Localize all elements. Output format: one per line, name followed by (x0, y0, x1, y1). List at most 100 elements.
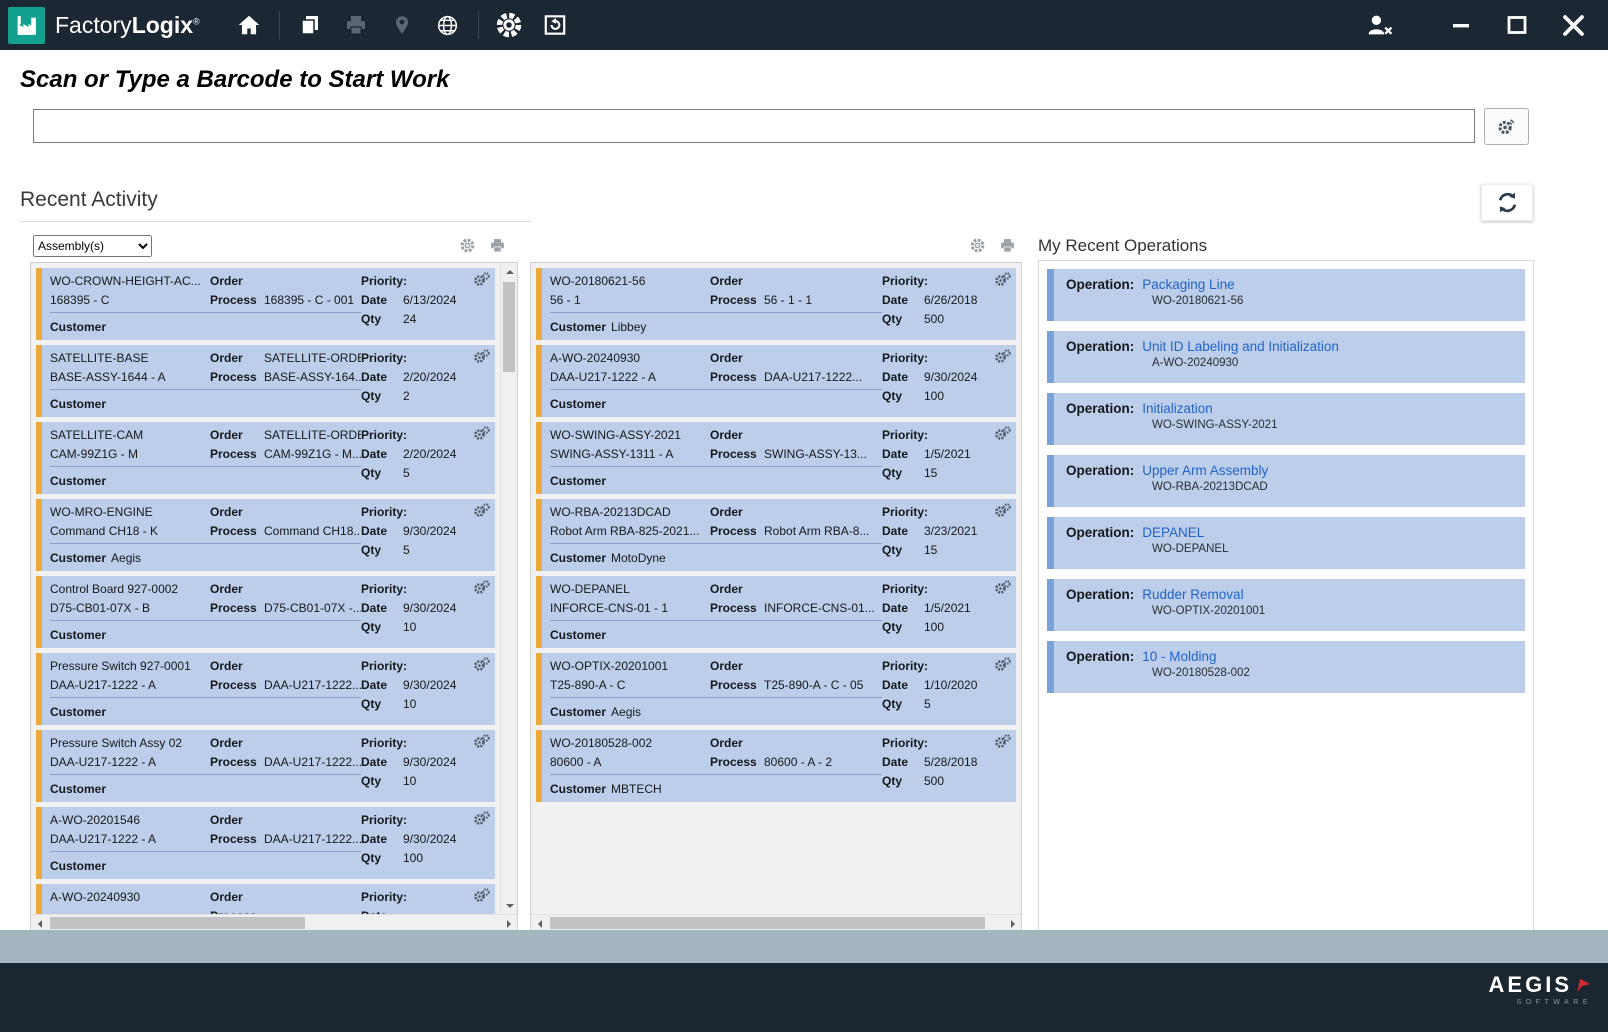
factorylogix-logo (8, 7, 45, 44)
activity-card[interactable]: A-WO-20201546 DAA-U217-1222 - A Order Pr… (36, 807, 495, 879)
priority-label: Priority: (361, 811, 407, 830)
card-settings-gear-icon[interactable] (473, 426, 490, 446)
refresh-button[interactable] (1481, 184, 1533, 221)
activity-card[interactable]: Pressure Switch Assy 02 DAA-U217-1222 - … (36, 730, 495, 802)
card-settings-gear-icon[interactable] (473, 657, 490, 677)
logout-user-button[interactable] (1356, 3, 1402, 47)
activity-card[interactable]: WO-20180621-56 56 - 1 Order Process56 - … (536, 268, 1016, 340)
operation-card[interactable]: Operation: Packaging Line WO-20180621-56 (1047, 269, 1525, 321)
maximize-button[interactable] (1494, 3, 1540, 47)
operation-link[interactable]: Packaging Line (1142, 277, 1234, 292)
card-settings-gear-icon[interactable] (473, 811, 490, 831)
qty-label: Qty (882, 772, 924, 791)
operation-link[interactable]: Unit ID Labeling and Initialization (1142, 339, 1339, 354)
scan-settings-button[interactable] (1484, 108, 1529, 145)
operation-card[interactable]: Operation: 10 - Molding WO-20180528-002 (1047, 641, 1525, 693)
priority-label: Priority: (361, 272, 407, 291)
card-subtitle: 56 - 1 (550, 291, 710, 310)
data-sync-button[interactable] (532, 3, 578, 47)
card-settings-gear-icon[interactable] (994, 272, 1011, 292)
card-title: A-WO-20201546 (50, 811, 210, 830)
operation-link[interactable]: Upper Arm Assembly (1142, 463, 1268, 478)
qty-value: 5 (924, 695, 931, 714)
print-button[interactable] (333, 3, 379, 47)
card-settings-gear-icon[interactable] (473, 272, 490, 292)
card-settings-gear-icon[interactable] (473, 888, 490, 908)
data-sync-icon (542, 12, 568, 38)
scroll-down-button[interactable] (501, 897, 518, 914)
customer-label: Customer (550, 705, 606, 719)
card-settings-gear-icon[interactable] (994, 426, 1011, 446)
date-value: 9/30/2024 (924, 368, 977, 387)
card-settings-gear-icon[interactable] (994, 503, 1011, 523)
operation-card[interactable]: Operation: Rudder Removal WO-OPTIX-20201… (1047, 579, 1525, 631)
globe-button[interactable] (425, 3, 471, 47)
column-print-icon[interactable] (489, 237, 506, 254)
activity-filter-select[interactable]: Assembly(s) (33, 235, 152, 257)
column-print-icon[interactable] (999, 237, 1016, 254)
activity-card[interactable]: WO-MRO-ENGINE Command CH18 - K Order Pro… (36, 499, 495, 571)
card-settings-gear-icon[interactable] (994, 349, 1011, 369)
vertical-scroll-thumb[interactable] (503, 282, 515, 372)
activity-card[interactable]: WO-RBA-20213DCAD Robot Arm RBA-825-2021.… (536, 499, 1016, 571)
card-settings-gear-icon[interactable] (473, 349, 490, 369)
order-label: Order (710, 349, 764, 368)
card-settings-gear-icon[interactable] (994, 657, 1011, 677)
minimize-button[interactable] (1438, 3, 1484, 47)
horizontal-scrollbar[interactable] (531, 914, 1021, 931)
date-label: Date (361, 291, 403, 310)
operation-card[interactable]: Operation: DEPANEL WO-DEPANEL (1047, 517, 1525, 569)
qty-label: Qty (882, 618, 924, 637)
customer-value: Aegis (611, 705, 641, 719)
settings-button[interactable] (486, 3, 532, 47)
horizontal-scrollbar[interactable] (31, 914, 517, 931)
operation-card[interactable]: Operation: Unit ID Labeling and Initiali… (1047, 331, 1525, 383)
home-button[interactable] (226, 3, 272, 47)
horizontal-scroll-thumb[interactable] (550, 917, 985, 929)
qty-value: 100 (403, 849, 423, 868)
priority-label: Priority: (882, 503, 928, 522)
column-settings-gear-icon[interactable] (459, 237, 476, 254)
process-label: Process (210, 676, 264, 695)
card-settings-gear-icon[interactable] (994, 580, 1011, 600)
registered-mark: ® (193, 16, 200, 26)
scroll-up-button[interactable] (501, 263, 518, 280)
card-settings-gear-icon[interactable] (473, 503, 490, 523)
operation-card[interactable]: Operation: Upper Arm Assembly WO-RBA-202… (1047, 455, 1525, 507)
horizontal-scroll-thumb[interactable] (50, 917, 305, 929)
operation-link[interactable]: DEPANEL (1142, 525, 1204, 540)
activity-card[interactable]: WO-CROWN-HEIGHT-AC... 168395 - C Order P… (36, 268, 495, 340)
card-settings-gear-icon[interactable] (994, 734, 1011, 754)
activity-card[interactable]: WO-SWING-ASSY-2021 SWING-ASSY-1311 - A O… (536, 422, 1016, 494)
activity-card[interactable]: A-WO-20240930 Order Process Customer Pri… (36, 884, 495, 914)
activity-card[interactable]: Pressure Switch 927-0001 DAA-U217-1222 -… (36, 653, 495, 725)
barcode-input[interactable] (33, 109, 1475, 143)
documents-button[interactable] (287, 3, 333, 47)
priority-label: Priority: (882, 580, 928, 599)
location-button[interactable] (379, 3, 425, 47)
operation-stripe (1047, 455, 1054, 507)
operation-card[interactable]: Operation: Initialization WO-SWING-ASSY-… (1047, 393, 1525, 445)
activity-card[interactable]: SATELLITE-CAM CAM-99Z1G - M OrderSATELLI… (36, 422, 495, 494)
activity-card[interactable]: WO-20180528-002 80600 - A Order Process8… (536, 730, 1016, 802)
customer-label: Customer (50, 320, 106, 334)
card-settings-gear-icon[interactable] (473, 580, 490, 600)
priority-label: Priority: (882, 349, 928, 368)
activity-card[interactable]: SATELLITE-BASE BASE-ASSY-1644 - A OrderS… (36, 345, 495, 417)
column-settings-gear-icon[interactable] (969, 237, 986, 254)
activity-card[interactable]: WO-DEPANEL INFORCE-CNS-01 - 1 Order Proc… (536, 576, 1016, 648)
operation-link[interactable]: Rudder Removal (1142, 587, 1243, 602)
card-settings-gear-icon[interactable] (473, 734, 490, 754)
recent-activity-divider (20, 221, 531, 222)
card-subtitle: SWING-ASSY-1311 - A (550, 445, 710, 464)
close-button[interactable] (1550, 3, 1596, 47)
activity-card[interactable]: WO-OPTIX-20201001 T25-890-A - C Order Pr… (536, 653, 1016, 725)
vertical-scrollbar[interactable] (500, 263, 517, 914)
qty-value: 24 (403, 310, 416, 329)
activity-card[interactable]: A-WO-20240930 DAA-U217-1222 - A Order Pr… (536, 345, 1016, 417)
activity-card[interactable]: Control Board 927-0002 D75-CB01-07X - B … (36, 576, 495, 648)
process-value: BASE-ASSY-164... (264, 368, 361, 387)
order-value: SATELLITE-ORDE... (264, 426, 361, 445)
operation-link[interactable]: 10 - Molding (1142, 649, 1216, 664)
operation-link[interactable]: Initialization (1142, 401, 1213, 416)
